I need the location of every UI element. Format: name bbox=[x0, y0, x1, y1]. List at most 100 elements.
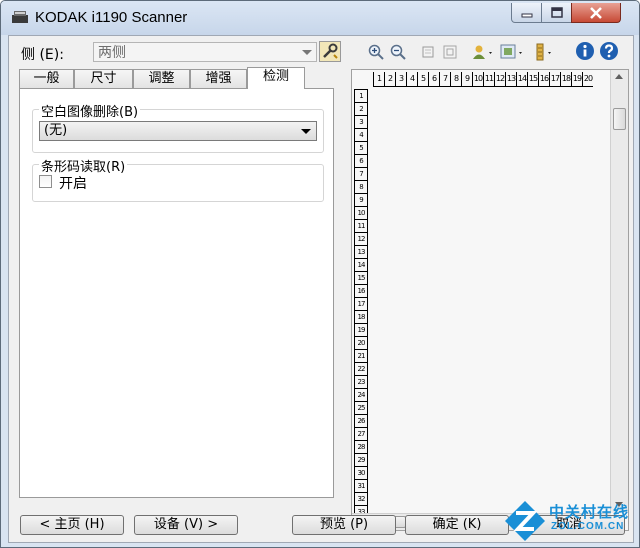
client-area: 侧 (E): 两侧 一般 尺寸 调整 增强 检测 空白图像删除(B) (无) 条… bbox=[8, 35, 634, 543]
ruler-tick-label: 8 bbox=[450, 72, 461, 87]
ruler-tick-label: 1 bbox=[354, 89, 368, 102]
device-button[interactable]: 设备 (V) > bbox=[134, 515, 238, 535]
ruler-tick-label: 3 bbox=[395, 72, 406, 87]
title-bar[interactable]: KODAK i1190 Scanner bbox=[1, 1, 639, 35]
ruler-tick-label: 25 bbox=[354, 401, 368, 414]
horizontal-ruler: 1 2 3 4 5 6 7 8 9 10 11 12 13 14 15 16 17 18 19 20 bbox=[373, 72, 593, 87]
ruler-tick-label: 18 bbox=[560, 72, 571, 87]
ruler-tick-label: 3 bbox=[354, 115, 368, 128]
ruler-tick-label: 30 bbox=[354, 466, 368, 479]
settings-icon bbox=[323, 43, 338, 59]
ruler-tick-label: 2 bbox=[354, 102, 368, 115]
ruler-tick-label: 23 bbox=[354, 375, 368, 388]
zoom-out-button[interactable] bbox=[389, 43, 407, 61]
ruler-tick-label: 12 bbox=[354, 232, 368, 245]
blank-image-select[interactable]: (无) bbox=[39, 121, 317, 141]
ruler-tick-label: 31 bbox=[354, 479, 368, 492]
ruler-tick-label: 4 bbox=[406, 72, 417, 87]
info-button[interactable] bbox=[575, 41, 595, 61]
ruler-tick-label: 16 bbox=[538, 72, 549, 87]
zol-logo-icon bbox=[505, 501, 545, 541]
ok-button[interactable]: 确定 (K) bbox=[405, 515, 509, 535]
ruler-tick-label: 27 bbox=[354, 427, 368, 440]
zoom-in-button[interactable] bbox=[367, 43, 385, 61]
watermark-site: ZOL.COM.CN bbox=[551, 521, 625, 532]
ruler-tick-label: 7 bbox=[354, 167, 368, 180]
ruler-tick-label: 17 bbox=[354, 297, 368, 310]
ruler-tick-label: 19 bbox=[571, 72, 582, 87]
image-options-button[interactable] bbox=[499, 43, 525, 61]
vertical-scroll-thumb[interactable] bbox=[613, 108, 626, 130]
settings-shortcut-button[interactable] bbox=[319, 41, 341, 62]
ruler-tick-label: 13 bbox=[354, 245, 368, 258]
side-select[interactable]: 两侧 bbox=[93, 42, 317, 62]
chevron-down-icon bbox=[301, 129, 311, 134]
barcode-enable-checkbox[interactable] bbox=[39, 175, 52, 188]
barcode-enable-label[interactable]: 开启 bbox=[59, 173, 87, 193]
rotate-icon bbox=[422, 46, 434, 58]
home-button[interactable]: < 主页 (H) bbox=[20, 515, 124, 535]
ruler-tick-label: 16 bbox=[354, 284, 368, 297]
ruler-tick-label: 9 bbox=[461, 72, 472, 87]
scan-preview-area[interactable]: 1 2 3 4 5 6 7 8 9 10 11 12 13 14 15 16 17 18 19 20 12345678… bbox=[351, 69, 629, 531]
ruler-tick-label: 15 bbox=[354, 271, 368, 284]
ruler-tick-label: 4 bbox=[354, 128, 368, 141]
ruler-tick-label: 11 bbox=[354, 219, 368, 232]
ruler-tick-label: 32 bbox=[354, 492, 368, 505]
bar-icon bbox=[536, 43, 551, 61]
ruler-tick-label: 8 bbox=[354, 180, 368, 193]
close-button[interactable] bbox=[571, 3, 621, 23]
detection-tab-panel: 空白图像删除(B) (无) 条形码读取(R) 开启 bbox=[19, 88, 334, 498]
ruler-tick-label: 9 bbox=[354, 193, 368, 206]
scroll-up-arrow-icon[interactable] bbox=[615, 74, 623, 79]
tab-detection[interactable]: 检测 bbox=[247, 67, 305, 89]
scanner-window: KODAK i1190 Scanner 侧 (E): 两侧 一般 尺寸 调整 增… bbox=[0, 0, 640, 548]
minimize-button[interactable] bbox=[511, 3, 542, 23]
ruler-tick-label: 19 bbox=[354, 323, 368, 336]
info-icon bbox=[576, 42, 594, 60]
ruler-tick-label: 26 bbox=[354, 414, 368, 427]
vertical-scrollbar[interactable] bbox=[610, 70, 628, 513]
window-title: KODAK i1190 Scanner bbox=[35, 9, 188, 26]
watermark-brand: 中关村在线 bbox=[549, 503, 630, 521]
ruler-tick-label: 5 bbox=[354, 141, 368, 154]
zoom-in-icon bbox=[368, 44, 384, 60]
bar-options-button[interactable] bbox=[534, 43, 556, 61]
image-icon bbox=[500, 44, 522, 59]
side-select-value: 两侧 bbox=[98, 45, 126, 61]
ruler-tick-label: 17 bbox=[549, 72, 560, 87]
vertical-ruler: 1 2 3 4 5 6 7 8 9 10 11 12 13 14 15 16 17 18 19 20 21 22 23 24 2… bbox=[354, 89, 368, 530]
tab-adjust[interactable]: 调整 bbox=[133, 69, 190, 88]
user-settings-button[interactable] bbox=[471, 43, 495, 61]
minimize-icon bbox=[521, 13, 532, 17]
close-icon bbox=[590, 6, 602, 19]
help-button[interactable] bbox=[599, 41, 619, 61]
ruler-tick-label: 13 bbox=[505, 72, 516, 87]
ruler-tick-label: 10 bbox=[354, 206, 368, 219]
ruler-tick-label: 28 bbox=[354, 440, 368, 453]
ruler-tick-label: 22 bbox=[354, 362, 368, 375]
ruler-tick-label: 12 bbox=[494, 72, 505, 87]
ruler-tick-label: 10 bbox=[472, 72, 483, 87]
ruler-tick-label: 29 bbox=[354, 453, 368, 466]
ruler-tick-label: 7 bbox=[439, 72, 450, 87]
fit-page-button[interactable] bbox=[441, 43, 459, 61]
tab-enhance[interactable]: 增强 bbox=[190, 69, 247, 88]
preview-button[interactable]: 预览 (P) bbox=[292, 515, 396, 535]
ruler-tick-label: 11 bbox=[483, 72, 494, 87]
blank-image-group: 空白图像删除(B) (无) bbox=[32, 101, 324, 153]
ruler-tick-label: 6 bbox=[354, 154, 368, 167]
rotate-button[interactable] bbox=[419, 43, 437, 61]
maximize-button[interactable] bbox=[541, 3, 572, 23]
ruler-tick-label: 18 bbox=[354, 310, 368, 323]
ruler-tick-label: 24 bbox=[354, 388, 368, 401]
tab-general[interactable]: 一般 bbox=[19, 69, 74, 88]
chevron-down-icon bbox=[302, 50, 312, 55]
ruler-tick-label: 6 bbox=[428, 72, 439, 87]
ruler-tick-label: 2 bbox=[384, 72, 395, 87]
ruler-tick-label: 15 bbox=[527, 72, 538, 87]
zol-watermark: 中关村在线 ZOL.COM.CN bbox=[499, 493, 639, 547]
ruler-tick-label: 21 bbox=[354, 349, 368, 362]
side-label: 侧 (E): bbox=[21, 47, 64, 63]
tab-size[interactable]: 尺寸 bbox=[74, 69, 133, 88]
